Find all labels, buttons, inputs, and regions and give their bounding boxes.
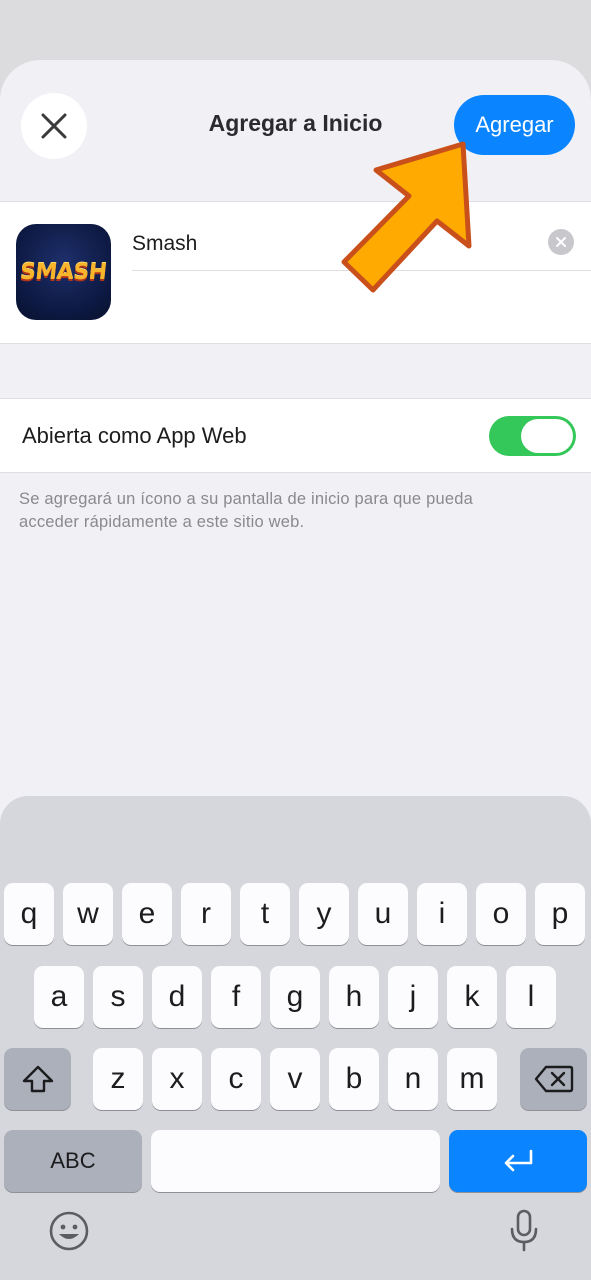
key-b[interactable]: b xyxy=(329,1048,379,1110)
key-d[interactable]: d xyxy=(152,966,202,1028)
key-g[interactable]: g xyxy=(270,966,320,1028)
clear-icon xyxy=(556,237,566,247)
key-l[interactable]: l xyxy=(506,966,556,1028)
close-button[interactable] xyxy=(21,93,87,159)
abc-key[interactable]: ABC xyxy=(4,1130,142,1192)
app-name-input[interactable] xyxy=(132,224,532,264)
key-t[interactable]: t xyxy=(240,883,290,945)
key-v[interactable]: v xyxy=(270,1048,320,1110)
space-key[interactable] xyxy=(151,1130,440,1192)
toggle-knob xyxy=(521,419,573,453)
key-h[interactable]: h xyxy=(329,966,379,1028)
shift-key[interactable] xyxy=(4,1048,71,1110)
key-p[interactable]: p xyxy=(535,883,585,945)
return-icon xyxy=(504,1149,533,1172)
key-x[interactable]: x xyxy=(152,1048,202,1110)
key-k[interactable]: k xyxy=(447,966,497,1028)
key-u[interactable]: u xyxy=(358,883,408,945)
key-s[interactable]: s xyxy=(93,966,143,1028)
key-y[interactable]: y xyxy=(299,883,349,945)
dictation-key[interactable] xyxy=(502,1206,546,1256)
key-n[interactable]: n xyxy=(388,1048,438,1110)
name-section: SMASH xyxy=(0,201,591,344)
app-icon-logo-text: SMASH xyxy=(18,259,109,285)
key-c[interactable]: c xyxy=(211,1048,261,1110)
emoji-icon xyxy=(49,1211,89,1251)
key-w[interactable]: w xyxy=(63,883,113,945)
microphone-icon xyxy=(510,1209,538,1252)
add-button[interactable]: Agregar xyxy=(454,95,575,155)
backspace-key[interactable] xyxy=(520,1048,587,1110)
key-m[interactable]: m xyxy=(447,1048,497,1110)
close-icon xyxy=(41,113,67,139)
footnote-text: Se agregará un ícono a su pantalla de in… xyxy=(19,490,473,531)
screen: Agregar a Inicio Agregar SMASH Abierta c… xyxy=(0,0,591,1280)
app-icon: SMASH xyxy=(16,224,111,320)
return-key[interactable] xyxy=(449,1130,587,1192)
key-j[interactable]: j xyxy=(388,966,438,1028)
backspace-icon xyxy=(534,1065,573,1093)
key-q[interactable]: q xyxy=(4,883,54,945)
open-as-web-app-toggle[interactable] xyxy=(489,416,576,456)
clear-text-button[interactable] xyxy=(548,229,574,255)
key-f[interactable]: f xyxy=(211,966,261,1028)
key-o[interactable]: o xyxy=(476,883,526,945)
shift-icon xyxy=(22,1065,53,1093)
key-a[interactable]: a xyxy=(34,966,84,1028)
key-e[interactable]: e xyxy=(122,883,172,945)
name-underline xyxy=(132,270,591,271)
key-i[interactable]: i xyxy=(417,883,467,945)
open-as-web-app-row: Abierta como App Web xyxy=(0,398,591,473)
open-as-web-app-label: Abierta como App Web xyxy=(22,423,247,448)
key-z[interactable]: z xyxy=(93,1048,143,1110)
keyboard: qwertyuiop asdfghjkl zxcvbnm ABC xyxy=(0,796,591,1280)
emoji-key[interactable] xyxy=(46,1208,92,1254)
key-r[interactable]: r xyxy=(181,883,231,945)
